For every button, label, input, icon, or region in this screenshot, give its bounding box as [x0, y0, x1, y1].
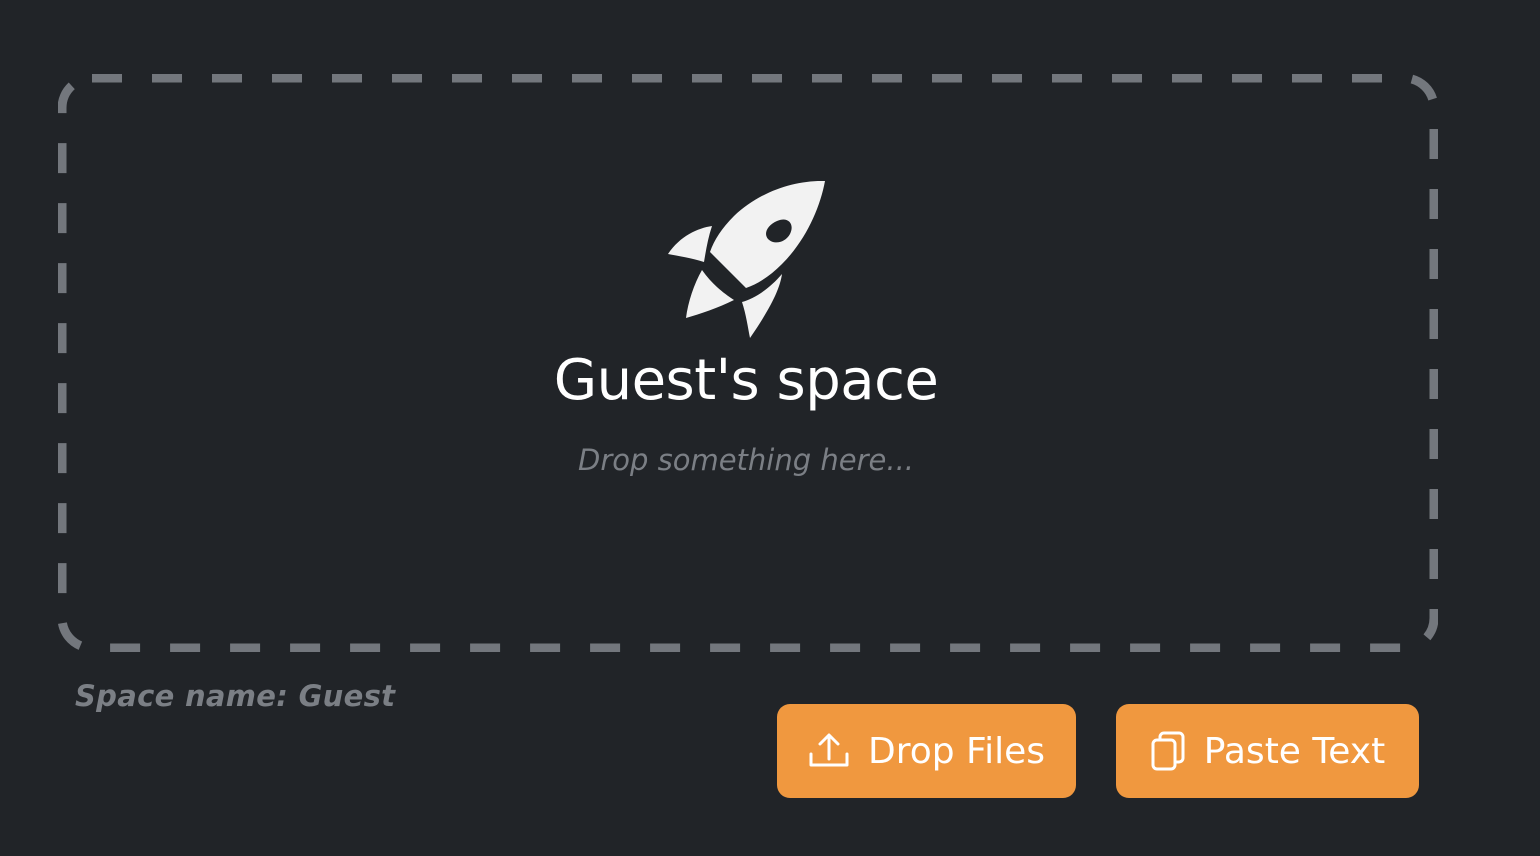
drop-files-label: Drop Files — [867, 730, 1046, 772]
drop-zone-content: Guest's space Drop something here... — [58, 74, 1438, 652]
paste-text-label: Paste Text — [1203, 730, 1386, 772]
rocket-icon — [664, 178, 830, 344]
drop-files-button[interactable]: Drop Files — [777, 704, 1076, 798]
drop-hint: Drop something here... — [577, 443, 915, 477]
upload-icon — [808, 732, 850, 770]
space-title: Guest's space — [553, 348, 939, 413]
paste-text-button[interactable]: Paste Text — [1116, 704, 1419, 798]
space-name-label: Space name: Guest — [75, 679, 396, 713]
app-page: Guest's space Drop something here... Spa… — [0, 0, 1540, 856]
drop-zone[interactable]: Guest's space Drop something here... — [58, 74, 1438, 652]
copy-icon — [1150, 730, 1186, 772]
